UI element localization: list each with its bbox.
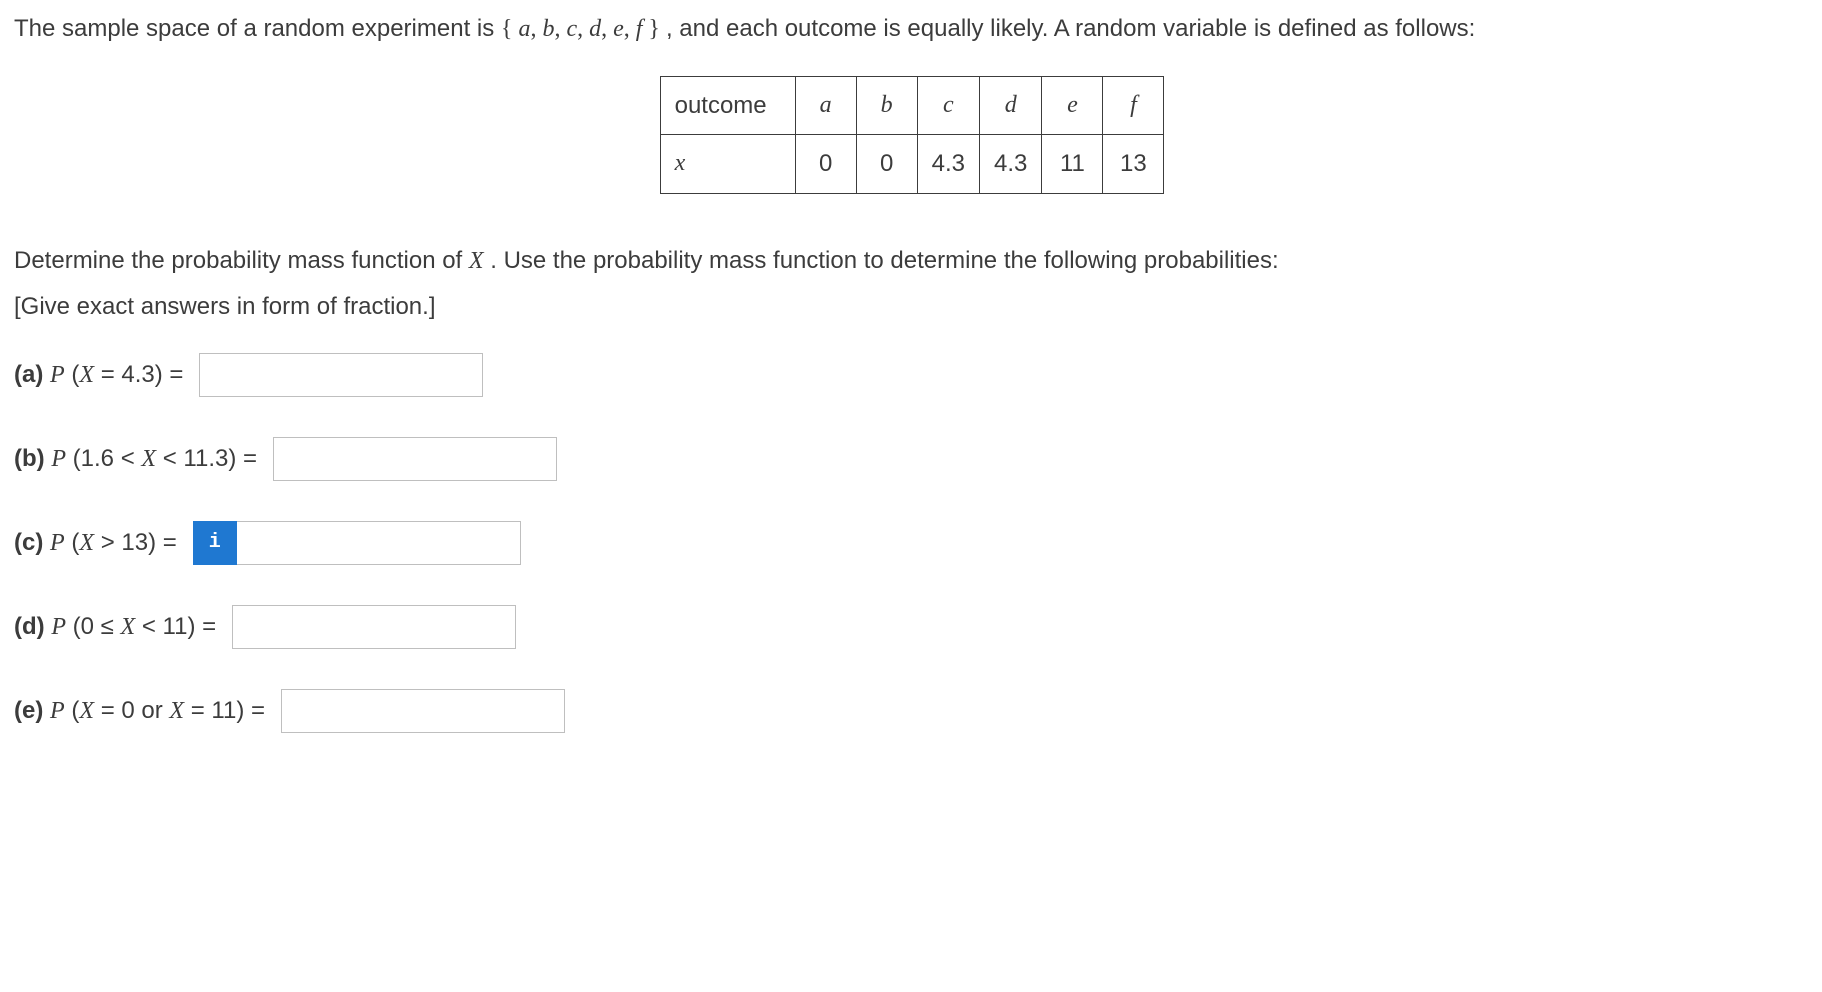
instruction-format: [Give exact answers in form of fraction.… <box>14 288 1810 325</box>
value-cell: 4.3 <box>980 135 1042 193</box>
instruction-x: X <box>469 248 484 274</box>
intro-before: The sample space of a random experiment … <box>14 15 501 42</box>
table-row: x 0 0 4.3 4.3 11 13 <box>660 135 1164 193</box>
question-d-row: (d) P (0 ≤ X < 11) = <box>14 605 1810 649</box>
instruction-after-x: . Use the probability mass function to d… <box>490 247 1278 274</box>
outcome-table-wrap: outcome a b c d e f x 0 0 4.3 4.3 11 13 <box>14 76 1810 193</box>
sample-space-set: { a, b, c, d, e, f } <box>501 16 666 42</box>
outcome-cell: d <box>980 77 1042 135</box>
outcome-cell: c <box>917 77 979 135</box>
instruction-before-x: Determine the probability mass function … <box>14 247 469 274</box>
outcome-cell: a <box>795 77 856 135</box>
answer-a-input[interactable] <box>199 353 483 397</box>
question-b-label: (b) P (1.6 < X < 11.3) = <box>14 440 257 478</box>
value-cell: 13 <box>1103 135 1164 193</box>
question-e-tag: (e) <box>14 697 43 724</box>
instruction-paragraph: Determine the probability mass function … <box>14 242 1810 280</box>
question-e-label: (e) P (X = 0 or X = 11) = <box>14 692 265 730</box>
answer-c-input[interactable] <box>237 521 521 565</box>
x-row-label: x <box>660 135 795 193</box>
question-a-label: (a) P (X = 4.3) = <box>14 356 183 394</box>
outcome-cell: e <box>1042 77 1103 135</box>
info-icon[interactable]: i <box>193 521 237 565</box>
question-c-tag: (c) <box>14 529 43 556</box>
outcome-row-label: outcome <box>660 77 795 135</box>
question-b-row: (b) P (1.6 < X < 11.3) = <box>14 437 1810 481</box>
question-a-tag: (a) <box>14 361 43 388</box>
value-cell: 11 <box>1042 135 1103 193</box>
outcome-cell: f <box>1103 77 1164 135</box>
intro-after: , and each outcome is equally likely. A … <box>666 15 1475 42</box>
question-d-tag: (d) <box>14 613 45 640</box>
question-c-row: (c) P (X > 13) = i <box>14 521 1810 565</box>
answer-d-input[interactable] <box>232 605 516 649</box>
outcome-table: outcome a b c d e f x 0 0 4.3 4.3 11 13 <box>660 76 1165 193</box>
question-a-row: (a) P (X = 4.3) = <box>14 353 1810 397</box>
question-d-label: (d) P (0 ≤ X < 11) = <box>14 608 216 646</box>
table-row: outcome a b c d e f <box>660 77 1164 135</box>
answer-b-input[interactable] <box>273 437 557 481</box>
outcome-cell: b <box>856 77 917 135</box>
value-cell: 4.3 <box>917 135 979 193</box>
value-cell: 0 <box>795 135 856 193</box>
question-e-row: (e) P (X = 0 or X = 11) = <box>14 689 1810 733</box>
question-b-tag: (b) <box>14 445 45 472</box>
question-c-label: (c) P (X > 13) = <box>14 524 177 562</box>
intro-paragraph: The sample space of a random experiment … <box>14 10 1810 48</box>
value-cell: 0 <box>856 135 917 193</box>
answer-e-input[interactable] <box>281 689 565 733</box>
question-page: The sample space of a random experiment … <box>0 0 1822 753</box>
